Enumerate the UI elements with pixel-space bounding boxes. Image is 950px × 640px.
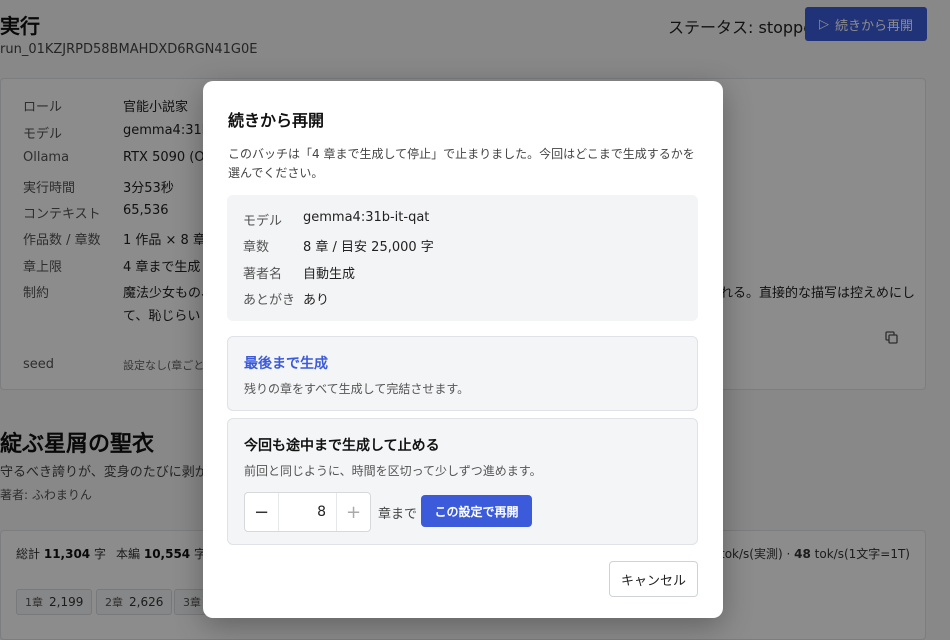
summary-key: 章数	[243, 240, 270, 255]
dialog-title: 続きから再開	[228, 111, 325, 130]
option-description: 残りの章をすべて生成して完結させます。	[244, 382, 470, 396]
summary-row: あとがき あり	[243, 289, 329, 308]
summary-row: 著者名 自動生成	[243, 263, 355, 282]
summary-key: モデル	[243, 214, 283, 229]
resume-with-settings-button[interactable]: この設定で再開	[421, 495, 532, 527]
chapter-limit-input[interactable]: 8	[279, 493, 336, 531]
chapter-limit-suffix: 章まで	[378, 507, 418, 522]
option-title: 今回も途中まで生成して止める	[244, 438, 440, 454]
chapter-stepper: − 8 +	[244, 492, 371, 532]
decrement-button[interactable]: −	[245, 493, 279, 531]
summary-row: 章数 8 章 / 目安 25,000 字	[243, 236, 434, 255]
summary-value: gemma4:31b-it-qat	[303, 210, 430, 225]
summary-value: 自動生成	[303, 267, 356, 282]
generate-all-option[interactable]: 最後まで生成 残りの章をすべて生成して完結させます。	[227, 336, 698, 411]
summary-value: あり	[303, 293, 330, 308]
summary-value: 8 章 / 目安 25,000 字	[303, 240, 434, 255]
settings-summary: モデル gemma4:31b-it-qat 章数 8 章 / 目安 25,000 字…	[227, 195, 698, 321]
option-description: 前回と同じように、時間を区切って少しずつ進めます。	[244, 464, 542, 478]
summary-row: モデル gemma4:31b-it-qat	[243, 210, 429, 229]
summary-key: 著者名	[243, 267, 283, 282]
generate-partial-option: 今回も途中まで生成して止める 前回と同じように、時間を区切って少しずつ進めます。…	[227, 418, 698, 545]
increment-button[interactable]: +	[336, 493, 370, 531]
resume-dialog: 続きから再開 このバッチは「4 章まで生成して停止」で止まりました。今回はどこま…	[203, 81, 723, 618]
option-title: 最後まで生成	[244, 356, 328, 372]
cancel-button[interactable]: キャンセル	[609, 561, 698, 597]
summary-key: あとがき	[243, 293, 296, 308]
dialog-description: このバッチは「4 章まで生成して停止」で止まりました。今回はどこまで生成するかを…	[228, 147, 695, 180]
